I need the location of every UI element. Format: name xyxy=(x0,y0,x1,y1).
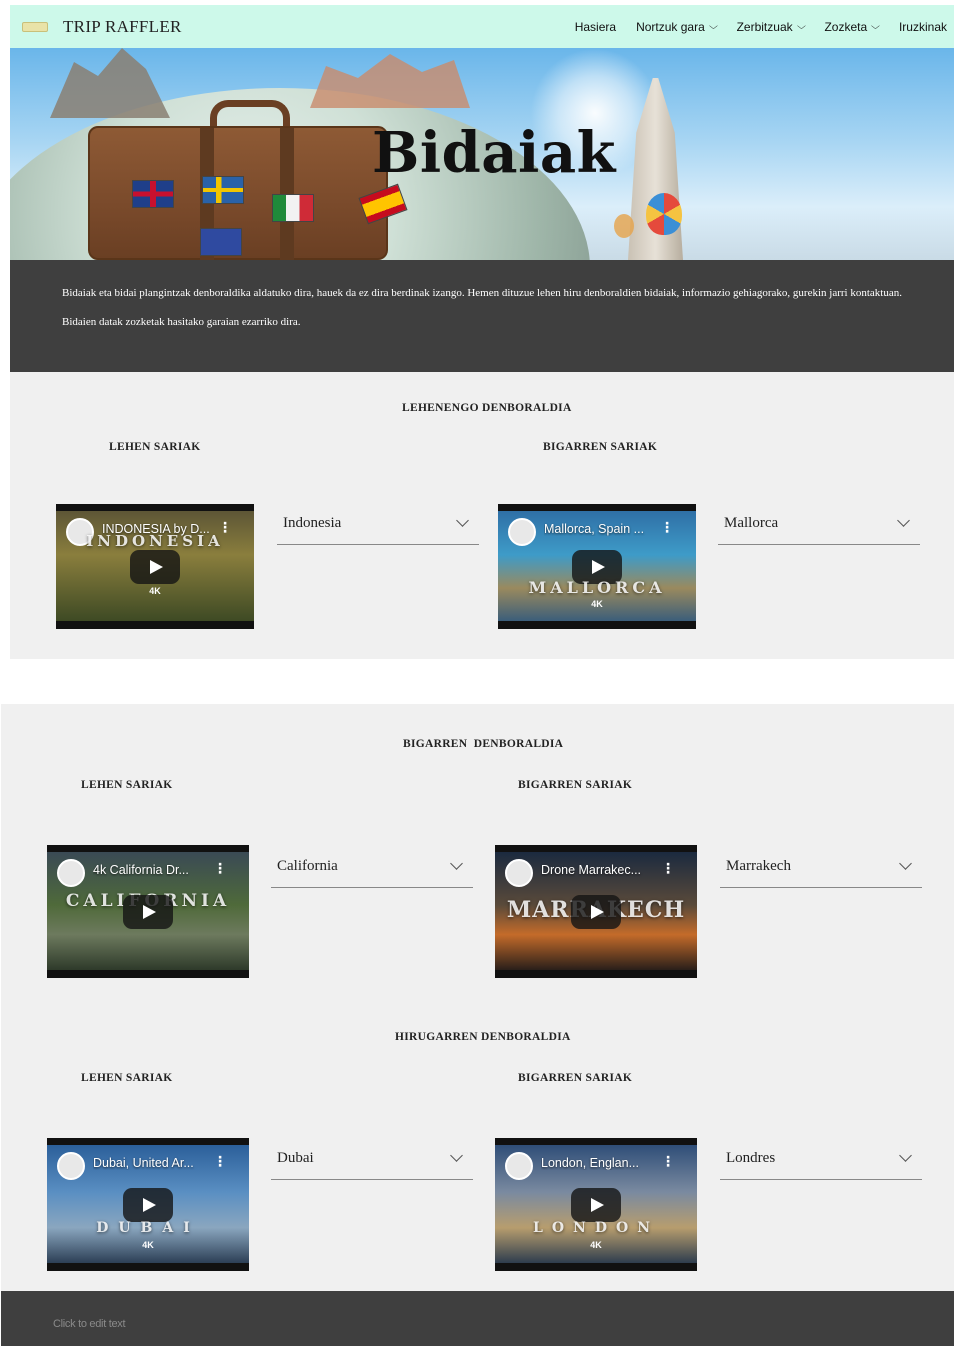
play-button[interactable] xyxy=(571,894,621,929)
video-title[interactable]: London, Englan... xyxy=(541,1156,671,1170)
play-button[interactable] xyxy=(123,1187,173,1222)
landmark-silhouette xyxy=(50,48,170,118)
more-options-icon[interactable]: ⋮ xyxy=(661,1154,675,1170)
nav-label: Zozketa xyxy=(824,19,868,34)
video-overlay-text: MALLORCA xyxy=(528,578,666,597)
landmark-silhouette xyxy=(310,54,470,108)
chevron-down-icon xyxy=(897,514,910,527)
destination-select[interactable]: Mallorca xyxy=(718,503,920,545)
nav-item-nortzuk-gara[interactable]: Nortzuk gara ⌵ xyxy=(636,19,718,34)
video-title[interactable]: Drone Marrakec... xyxy=(541,863,671,877)
season-title: BIGARREN DENBORALDIA xyxy=(403,738,564,750)
logo-icon[interactable] xyxy=(22,21,48,32)
chevron-down-icon xyxy=(899,857,912,870)
video-title[interactable]: 4k California Dr... xyxy=(93,863,223,877)
select-value: Dubai xyxy=(277,1150,314,1166)
second-prize-label: BIGARREN SARIAK xyxy=(518,1072,633,1084)
page-title: Bidaiak xyxy=(372,120,616,186)
video-california[interactable]: 4k California Dr... ⋮ CALIFORNIA xyxy=(47,845,249,978)
quality-badge: 4K xyxy=(142,1240,154,1250)
season-panel: LEHENENGO DENBORALDIA LEHEN SARIAK BIGAR… xyxy=(10,372,954,659)
nav-label: Nortzuk gara xyxy=(636,19,705,34)
season-title: HIRUGARREN DENBORALDIA xyxy=(395,1031,571,1043)
intro-paragraph: Bidaiak eta bidai plangintzak denboraldi… xyxy=(62,287,902,299)
nav-label: Hasiera xyxy=(574,19,617,34)
second-prize-label: BIGARREN SARIAK xyxy=(543,441,658,453)
first-prize-label: LEHEN SARIAK xyxy=(109,441,201,453)
italy-flag-icon xyxy=(272,194,314,222)
video-indonesia[interactable]: INDONESIA by D... ⋮ INDONESIA 4K xyxy=(56,504,254,629)
play-button[interactable] xyxy=(130,549,180,584)
select-value: Londres xyxy=(726,1150,776,1166)
channel-avatar[interactable] xyxy=(505,1152,533,1180)
uk-flag-icon xyxy=(132,180,174,208)
channel-avatar[interactable] xyxy=(508,518,536,546)
video-title[interactable]: Dubai, United Ar... xyxy=(93,1156,223,1170)
video-overlay-text: INDONESIA xyxy=(86,532,224,550)
main-nav: Hasiera Nortzuk gara ⌵ Zerbitzuak ⌵ Zozket… xyxy=(575,20,947,34)
video-title[interactable]: Mallorca, Spain ... xyxy=(544,522,674,536)
brand-name[interactable]: TRIP RAFFLER xyxy=(63,17,182,37)
chevron-down-icon: ⌵ xyxy=(871,21,880,31)
play-button[interactable] xyxy=(123,894,173,929)
chevron-down-icon xyxy=(450,1149,463,1162)
nav-item-zerbitzuak[interactable]: Zerbitzuak ⌵ xyxy=(736,19,806,34)
nav-label: Iruzkinak xyxy=(898,19,947,34)
hot-air-balloon-icon xyxy=(646,193,682,235)
video-marrakech[interactable]: Drone Marrakec... ⋮ MARRAKECH xyxy=(495,845,697,978)
first-prize-label: LEHEN SARIAK xyxy=(81,1072,173,1084)
video-overlay-text: LONDON xyxy=(533,1220,659,1236)
select-value: Mallorca xyxy=(724,515,779,531)
more-options-icon[interactable]: ⋮ xyxy=(661,861,675,877)
more-options-icon[interactable]: ⋮ xyxy=(213,861,227,877)
more-options-icon[interactable]: ⋮ xyxy=(213,1154,227,1170)
suitcase-image xyxy=(88,126,408,260)
eu-flag-icon xyxy=(200,228,242,256)
chevron-down-icon: ⌵ xyxy=(708,21,718,31)
quality-badge: 4K xyxy=(149,586,161,596)
second-prize-label: BIGARREN SARIAK xyxy=(518,779,633,791)
destination-select[interactable]: Indonesia xyxy=(277,503,479,545)
destination-select[interactable]: Marrakech xyxy=(720,846,922,888)
chevron-down-icon xyxy=(899,1149,912,1162)
nav-item-hasiera[interactable]: Hasiera xyxy=(575,20,616,34)
quality-badge: 4K xyxy=(591,599,603,609)
season-title: LEHENENGO DENBORALDIA xyxy=(402,402,572,414)
select-value: Indonesia xyxy=(283,515,342,531)
season-panel: BIGARREN DENBORALDIA LEHEN SARIAK BIGARR… xyxy=(1,704,954,1291)
footer-text[interactable]: Click to edit text xyxy=(53,1318,126,1330)
select-value: Marrakech xyxy=(726,858,791,874)
select-value: California xyxy=(277,858,338,874)
quality-badge: 4K xyxy=(590,1240,602,1250)
destination-select[interactable]: California xyxy=(271,846,473,888)
play-button[interactable] xyxy=(571,1187,621,1222)
nav-label: Zerbitzuak xyxy=(736,19,793,34)
video-london[interactable]: London, Englan... ⋮ LONDON 4K xyxy=(495,1138,697,1271)
chevron-down-icon xyxy=(450,857,463,870)
channel-avatar[interactable] xyxy=(57,859,85,887)
site-header: TRIP RAFFLER Hasiera Nortzuk gara ⌵ Zerbi… xyxy=(10,5,954,48)
channel-avatar[interactable] xyxy=(57,1152,85,1180)
video-mallorca[interactable]: Mallorca, Spain ... ⋮ MALLORCA 4K xyxy=(498,504,696,629)
sweden-flag-icon xyxy=(202,176,244,204)
channel-avatar[interactable] xyxy=(505,859,533,887)
destination-select[interactable]: Dubai xyxy=(271,1138,473,1180)
first-prize-label: LEHEN SARIAK xyxy=(81,779,173,791)
nav-item-iruzkinak[interactable]: Iruzkinak xyxy=(899,20,947,34)
destination-select[interactable]: Londres xyxy=(720,1138,922,1180)
chevron-down-icon xyxy=(456,514,469,527)
hero-banner: Bidaiak xyxy=(10,48,954,260)
hot-air-balloon-icon xyxy=(614,214,634,238)
video-overlay-text: DUBAI xyxy=(96,1220,200,1236)
site-footer: Click to edit text xyxy=(1,1291,954,1346)
chevron-down-icon: ⌵ xyxy=(796,21,806,31)
intro-paragraph: Bidaien datak zozketak hasitako garaian … xyxy=(62,316,301,328)
nav-item-zozketa[interactable]: Zozketa ⌵ xyxy=(824,19,880,34)
video-dubai[interactable]: Dubai, United Ar... ⋮ DUBAI 4K xyxy=(47,1138,249,1271)
intro-band: Bidaiak eta bidai plangintzak denboraldi… xyxy=(10,260,954,372)
more-options-icon[interactable]: ⋮ xyxy=(660,520,674,536)
